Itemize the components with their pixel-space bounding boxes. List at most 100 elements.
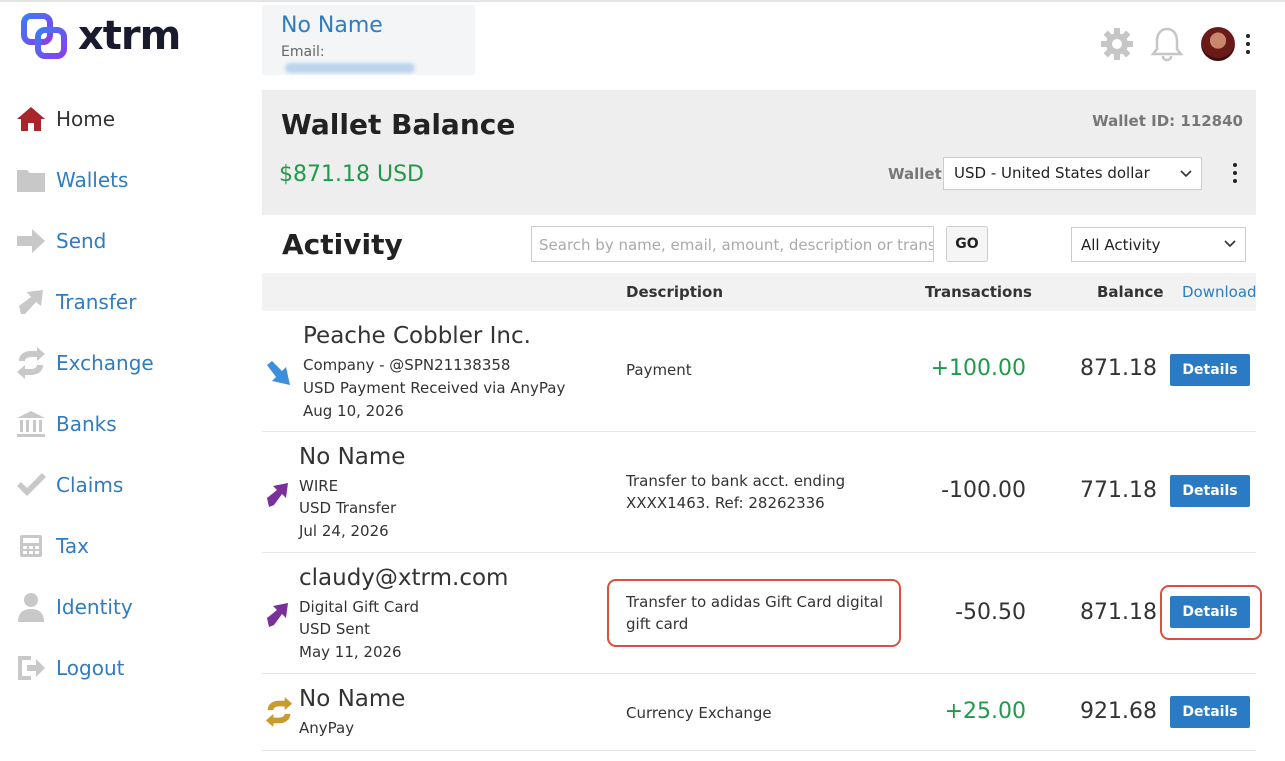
wallet-id: Wallet ID: 112840: [1092, 112, 1243, 130]
sidebar-item-label: Send: [56, 228, 107, 253]
row-line1: AnyPay: [299, 719, 355, 737]
arrow-up-right-icon: [14, 285, 48, 319]
sidebar-item-send[interactable]: Send: [14, 210, 244, 271]
check-icon: [14, 468, 48, 502]
top-divider: [0, 0, 1285, 2]
row-date: May 11, 2026: [299, 643, 402, 661]
user-menu-icon[interactable]: [1241, 34, 1255, 54]
person-icon: [14, 590, 48, 624]
row-description: Payment: [626, 361, 692, 379]
row-name: No Name: [299, 444, 406, 470]
sidebar-item-transfer[interactable]: Transfer: [14, 271, 244, 332]
row-description: Transfer to bank acct. ending XXXX1463. …: [626, 472, 846, 512]
logo-icon: [21, 13, 67, 59]
row-amount: +25.00: [944, 699, 1026, 724]
row-line2: USD Transfer: [299, 499, 397, 517]
bell-icon[interactable]: [1147, 24, 1187, 64]
chevron-down-icon: [1224, 240, 1236, 248]
calculator-icon: [14, 529, 48, 563]
row-name: Peache Cobbler Inc.: [303, 323, 531, 349]
row-date: Jul 24, 2026: [299, 522, 389, 540]
activity-title: Activity: [282, 228, 403, 261]
row-line1: WIRE: [299, 477, 339, 495]
wallet-title: Wallet Balance: [281, 108, 516, 141]
sidebar-item-label: Exchange: [56, 350, 154, 375]
exchange-icon: [265, 697, 293, 727]
sidebar-item-wallets[interactable]: Wallets: [14, 149, 244, 210]
logo[interactable]: xtrm: [20, 12, 181, 60]
row-name: claudy@xtrm.com: [299, 565, 509, 591]
sidebar-item-label: Banks: [56, 411, 117, 436]
row-line1: Company - @SPN21138358: [303, 356, 511, 374]
wallet-select-label: Wallet:: [888, 165, 948, 183]
exchange-icon: [14, 346, 48, 380]
header-actions: [1087, 24, 1255, 64]
details-button[interactable]: Details: [1170, 475, 1250, 507]
logo-text: xtrm: [78, 13, 181, 59]
sidebar-item-label: Identity: [56, 594, 133, 619]
chevron-down-icon: [1180, 170, 1192, 178]
row-line1: Digital Gift Card: [299, 598, 419, 616]
sidebar-item-tax[interactable]: Tax: [14, 515, 244, 576]
row-date: Aug 10, 2026: [303, 402, 404, 420]
row-balance: 871.18: [1080, 356, 1157, 381]
home-icon: [14, 102, 48, 136]
wallet-balance-panel: Wallet Balance $871.18 USD Wallet ID: 11…: [262, 90, 1256, 215]
sidebar-item-banks[interactable]: Banks: [14, 393, 244, 454]
folder-icon: [14, 163, 48, 197]
table-row: No Name AnyPay Currency Exchange +25.00 …: [262, 674, 1256, 751]
sidebar-item-label: Wallets: [56, 167, 129, 192]
search-input[interactable]: Search by name, email, amount, descripti…: [531, 226, 934, 262]
details-button[interactable]: Details: [1170, 696, 1250, 728]
sidebar-item-label: Home: [56, 106, 116, 131]
download-link[interactable]: Download: [1182, 283, 1257, 301]
activity-filter-value: All Activity: [1081, 236, 1161, 254]
bank-icon: [14, 407, 48, 441]
details-button[interactable]: Details: [1170, 354, 1250, 386]
row-balance: 771.18: [1080, 478, 1157, 503]
row-line2: USD Payment Received via AnyPay: [303, 379, 566, 397]
wallet-select-value: USD - United States dollar: [954, 164, 1150, 182]
user-email-row: Email:: [281, 44, 456, 76]
sidebar-item-logout[interactable]: Logout: [14, 637, 244, 698]
sidebar-item-identity[interactable]: Identity: [14, 576, 244, 637]
go-button[interactable]: GO: [946, 226, 988, 262]
avatar[interactable]: [1201, 27, 1235, 61]
activity-filter-select[interactable]: All Activity: [1071, 227, 1246, 262]
row-description: Currency Exchange: [626, 704, 772, 722]
wallet-select[interactable]: USD - United States dollar: [943, 157, 1202, 190]
arrow-right-icon: [14, 224, 48, 258]
row-name: No Name: [299, 686, 406, 712]
sidebar-item-home[interactable]: Home: [14, 88, 244, 149]
blurred-email: [285, 63, 415, 73]
sidebar-item-label: Tax: [56, 533, 89, 558]
table-row: Peache Cobbler Inc. Company - @SPN211383…: [262, 311, 1256, 432]
wallet-amount: $871.18 USD: [279, 162, 424, 187]
highlight-box-details-button: [1160, 585, 1262, 640]
column-header-balance: Balance: [1097, 283, 1164, 301]
incoming-arrow-icon: [267, 361, 290, 385]
user-name: No Name: [281, 13, 383, 38]
email-label: Email:: [281, 44, 325, 60]
row-amount: +100.00: [930, 356, 1026, 381]
sidebar-item-claims[interactable]: Claims: [14, 454, 244, 515]
outgoing-arrow-icon: [267, 483, 288, 507]
gear-icon[interactable]: [1097, 24, 1137, 64]
sidebar-item-label: Transfer: [56, 289, 137, 314]
row-line2: USD Sent: [299, 620, 370, 638]
user-info: No Name Email:: [262, 5, 475, 75]
table-header: Description Transactions Balance Downloa…: [262, 273, 1257, 311]
row-amount: -100.00: [941, 478, 1026, 503]
logout-icon: [14, 651, 48, 685]
table-row: No Name WIRE USD Transfer Jul 24, 2026 T…: [262, 432, 1256, 553]
wallet-menu-icon[interactable]: [1228, 163, 1242, 183]
sidebar-nav: Home Wallets Send Transfer Exchange Bank…: [14, 88, 244, 698]
highlight-box-description: [607, 579, 901, 647]
row-balance: 921.68: [1080, 699, 1157, 724]
sidebar-item-label: Claims: [56, 472, 124, 497]
sidebar-item-label: Logout: [56, 655, 125, 680]
sidebar-item-exchange[interactable]: Exchange: [14, 332, 244, 393]
row-balance: 871.18: [1080, 600, 1157, 625]
column-header-transactions: Transactions: [925, 283, 1032, 301]
column-header-description: Description: [626, 283, 724, 301]
